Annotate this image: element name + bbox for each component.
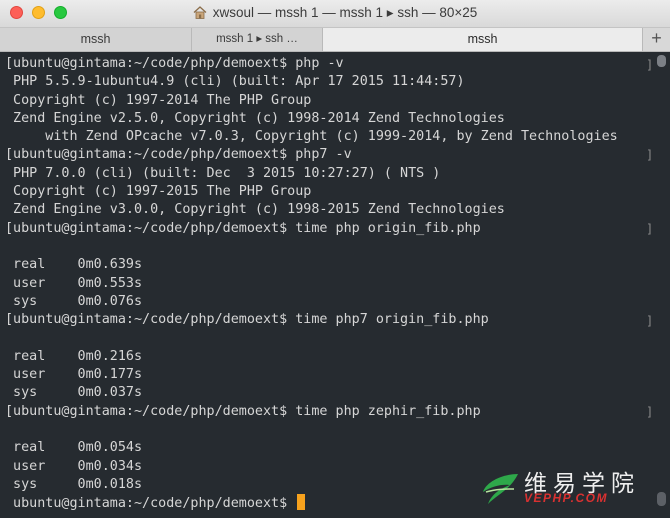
terminal-line: PHP 7.0.0 (cli) (built: Dec 3 2015 10:27… [5,165,441,181]
leaf-logo-icon [483,474,518,504]
terminal-line: [ubuntu@gintama:~/code/php/demoext$ time… [5,220,481,236]
line-right-bracket: ] [646,222,654,236]
terminal-line: user 0m0.177s [5,367,143,383]
title-bar: xwsoul — mssh 1 — mssh 1 ▸ ssh — 80×25 [0,0,670,28]
scrollbar-thumb[interactable] [657,55,666,67]
watermark-logo: 维易学院 VEPHP.COM [480,464,665,510]
terminal-line: real 0m0.216s [5,348,143,364]
tab-bar: mssh mssh 1 ▸ ssh … mssh + [0,28,670,52]
line-right-bracket: ] [646,314,654,328]
tab-mssh-active[interactable]: mssh [323,28,643,51]
new-tab-button[interactable]: + [643,28,670,51]
terminal-line: Zend Engine v3.0.0, Copyright (c) 1998-2… [5,202,505,218]
terminal-line: [ubuntu@gintama:~/code/php/demoext$ time… [5,403,481,419]
line-right-bracket: ] [646,405,654,419]
terminal-line: [ubuntu@gintama:~/code/php/demoext$ time… [5,312,489,328]
tab-mssh-1-ssh[interactable]: mssh 1 ▸ ssh … [192,28,323,51]
terminal-line: with Zend OPcache v7.0.3, Copyright (c) … [5,129,618,145]
terminal-line: sys 0m0.076s [5,293,143,309]
terminal-line: user 0m0.553s [5,275,143,291]
line-right-bracket: ] [646,148,654,162]
window-title: xwsoul — mssh 1 — mssh 1 ▸ ssh — 80×25 [0,5,670,21]
terminal-view[interactable]: [ubuntu@gintama:~/code/php/demoext$ php … [0,52,670,518]
line-right-bracket: ] [646,58,654,72]
terminal-line: Zend Engine v2.5.0, Copyright (c) 1998-2… [5,110,505,126]
terminal-output: [ubuntu@gintama:~/code/php/demoext$ php … [5,55,618,512]
terminal-line: real 0m0.054s [5,440,143,456]
terminal-line: [ubuntu@gintama:~/code/php/demoext$ php … [5,56,344,71]
terminal-line: PHP 5.5.9-1ubuntu4.9 (cli) (built: Apr 1… [5,74,465,90]
home-folder-icon [193,6,207,19]
terminal-line: Copyright (c) 1997-2015 The PHP Group [5,184,312,200]
terminal-line: Copyright (c) 1997-2014 The PHP Group [5,92,312,108]
terminal-line: real 0m0.639s [5,257,143,273]
terminal-line: sys 0m0.037s [5,385,143,401]
watermark-english-text: VEPHP.COM [524,491,608,505]
window-title-text: xwsoul — mssh 1 — mssh 1 ▸ ssh — 80×25 [212,5,478,20]
terminal-line: [ubuntu@gintama:~/code/php/demoext$ php7… [5,147,352,163]
text-cursor [297,494,306,511]
tab-mssh[interactable]: mssh [0,28,192,51]
